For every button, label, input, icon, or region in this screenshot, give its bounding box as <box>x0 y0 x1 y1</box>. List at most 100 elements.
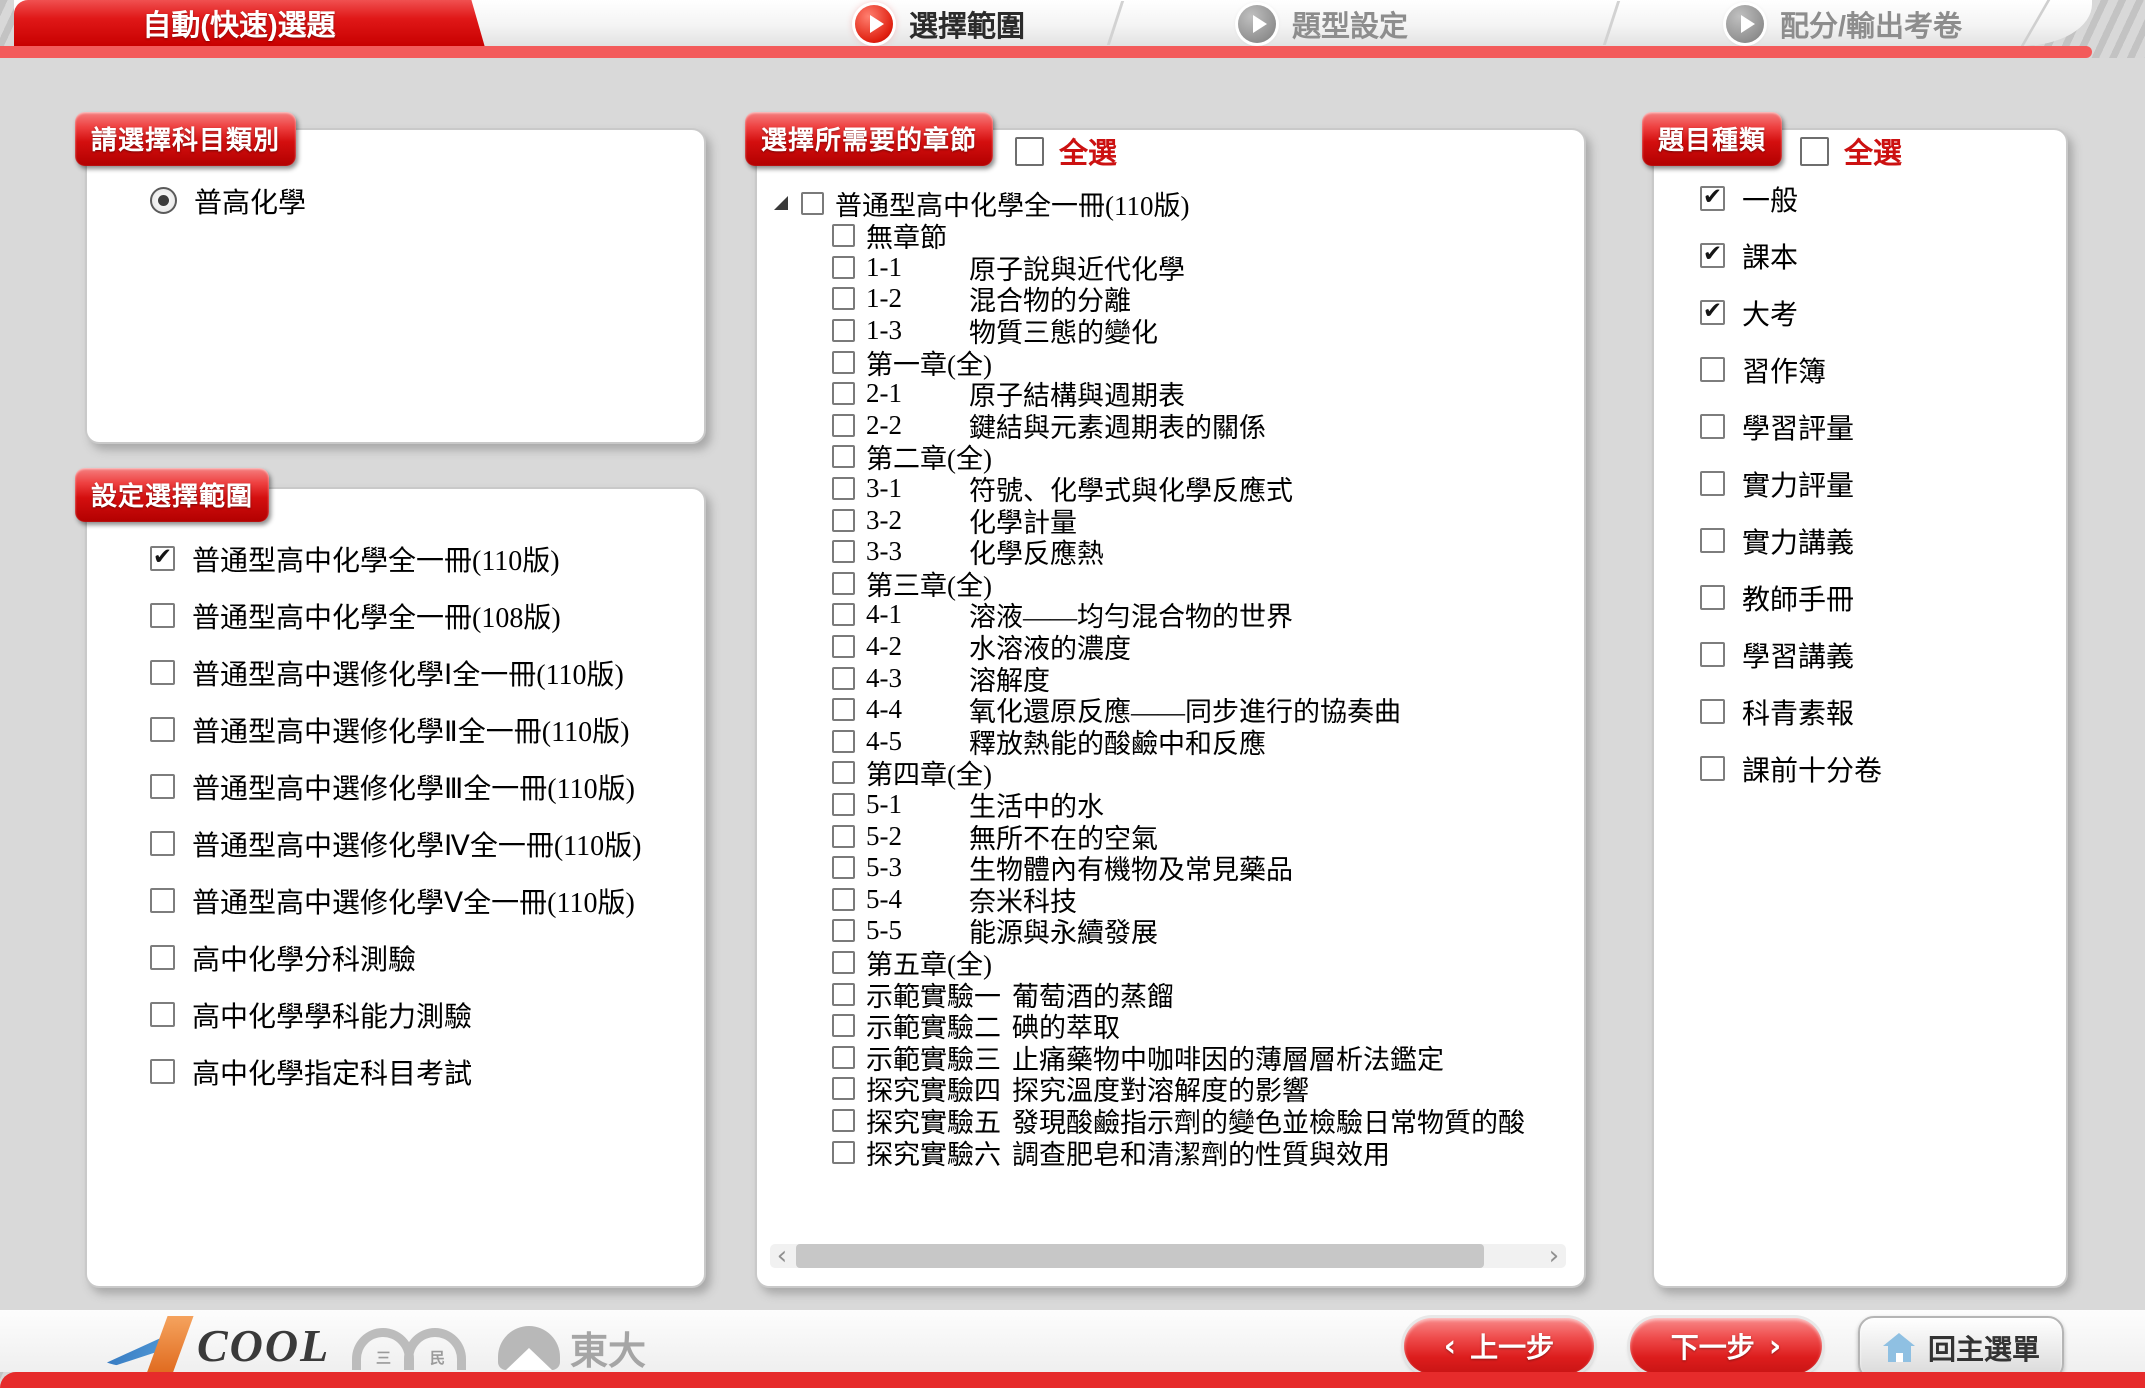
range-option-label[interactable]: 普通型高中選修化學Ⅲ全一冊(110版) <box>192 767 635 807</box>
scroll-left-icon[interactable]: ‹ <box>770 1244 794 1268</box>
chapter-code[interactable]: 4-3 <box>866 663 958 694</box>
checkbox[interactable] <box>1700 699 1725 724</box>
checkbox[interactable] <box>832 477 855 500</box>
checkbox[interactable] <box>832 1046 855 1069</box>
checkbox[interactable] <box>832 667 855 690</box>
qtype-option-label[interactable]: 一般 <box>1742 179 1798 219</box>
qtype-option-label[interactable]: 習作簿 <box>1742 350 1826 390</box>
checkbox[interactable] <box>832 698 855 721</box>
range-option-label[interactable]: 高中化學分科測驗 <box>192 938 416 978</box>
checkbox[interactable] <box>150 603 175 628</box>
checkbox[interactable] <box>1700 471 1725 496</box>
checkbox[interactable] <box>150 1002 175 1027</box>
chapter-code[interactable]: 3-2 <box>866 505 958 536</box>
checkbox[interactable] <box>150 546 175 571</box>
qtype-select-all-checkbox[interactable] <box>1800 137 1829 166</box>
chapter-title[interactable]: 物質三態的變化 <box>969 311 1158 350</box>
checkbox[interactable] <box>832 635 855 658</box>
chapter-code[interactable]: 5-2 <box>866 821 958 852</box>
chapter-code[interactable]: 4-2 <box>866 631 958 662</box>
checkbox[interactable] <box>832 856 855 879</box>
checkbox[interactable] <box>832 256 855 279</box>
qtype-option-label[interactable]: 學習評量 <box>1742 407 1854 447</box>
chapter-code[interactable]: 5-3 <box>866 852 958 883</box>
scroll-right-icon[interactable]: › <box>1542 1244 1566 1268</box>
checkbox[interactable] <box>832 414 855 437</box>
checkbox[interactable] <box>832 603 855 626</box>
checkbox[interactable] <box>1700 642 1725 667</box>
range-option-label[interactable]: 高中化學學科能力測驗 <box>192 995 472 1035</box>
checkbox[interactable] <box>150 888 175 913</box>
checkbox[interactable] <box>1700 585 1725 610</box>
chapter-select-all-label[interactable]: 全選 <box>1059 130 1117 172</box>
checkbox[interactable] <box>150 660 175 685</box>
tab-select-range[interactable]: 選擇範圍 <box>855 3 1025 45</box>
chapter-title[interactable]: 無章節 <box>866 216 947 255</box>
checkbox[interactable] <box>832 287 855 310</box>
expander-icon[interactable] <box>774 196 788 210</box>
chapter-code[interactable]: 2-1 <box>866 378 958 409</box>
tab-score-output[interactable]: 配分/輸出考卷 <box>1726 3 1962 45</box>
chapter-code[interactable]: 5-1 <box>866 789 958 820</box>
checkbox[interactable] <box>832 730 855 753</box>
checkbox[interactable] <box>832 1141 855 1164</box>
checkbox[interactable] <box>832 319 855 342</box>
scrollbar-thumb[interactable] <box>796 1244 1484 1268</box>
checkbox[interactable] <box>832 1109 855 1132</box>
qtype-option-label[interactable]: 實力評量 <box>1742 464 1854 504</box>
checkbox[interactable] <box>832 509 855 532</box>
chapter-code[interactable]: 探究實驗六 <box>866 1133 1001 1172</box>
range-option-label[interactable]: 高中化學指定科目考試 <box>192 1052 472 1092</box>
checkbox[interactable] <box>832 572 855 595</box>
chapter-code[interactable]: 1-1 <box>866 252 958 283</box>
checkbox[interactable] <box>832 382 855 405</box>
range-option-label[interactable]: 普通型高中化學全一冊(108版) <box>192 596 561 636</box>
chapter-code[interactable]: 5-5 <box>866 915 958 946</box>
chapter-code[interactable]: 3-3 <box>866 536 958 567</box>
chapter-code[interactable]: 1-2 <box>866 283 958 314</box>
tab-question-type-setting[interactable]: 題型設定 <box>1238 3 1408 45</box>
checkbox[interactable] <box>1700 528 1725 553</box>
checkbox[interactable] <box>832 224 855 247</box>
qtype-option-label[interactable]: 教師手冊 <box>1742 578 1854 618</box>
chapter-code[interactable]: 4-5 <box>866 726 958 757</box>
range-option-label[interactable]: 普通型高中選修化學Ⅰ全一冊(110版) <box>192 653 624 693</box>
chapter-title[interactable]: 能源與永續發展 <box>969 911 1158 950</box>
chapter-title[interactable]: 調查肥皂和清潔劑的性質與效用 <box>1012 1133 1390 1172</box>
qtype-option-label[interactable]: 課前十分卷 <box>1742 749 1882 789</box>
checkbox[interactable] <box>150 831 175 856</box>
chapter-code[interactable]: 4-4 <box>866 694 958 725</box>
qtype-option-label[interactable]: 課本 <box>1742 236 1798 276</box>
qtype-option-label[interactable]: 實力講義 <box>1742 521 1854 561</box>
checkbox[interactable] <box>150 774 175 799</box>
checkbox[interactable] <box>832 351 855 374</box>
qtype-option-label[interactable]: 大考 <box>1742 293 1798 333</box>
checkbox[interactable] <box>150 1059 175 1084</box>
checkbox[interactable] <box>1700 300 1725 325</box>
next-step-button[interactable]: 下一步 › <box>1630 1318 1822 1374</box>
range-option-label[interactable]: 普通型高中選修化學Ⅳ全一冊(110版) <box>192 824 641 864</box>
checkbox[interactable] <box>1700 243 1725 268</box>
chapter-code[interactable]: 3-1 <box>866 473 958 504</box>
chapter-code[interactable]: 1-3 <box>866 315 958 346</box>
checkbox[interactable] <box>832 761 855 784</box>
checkbox[interactable] <box>832 445 855 468</box>
chapter-select-all-checkbox[interactable] <box>1015 137 1044 166</box>
checkbox[interactable] <box>832 951 855 974</box>
back-to-main-menu-button[interactable]: 回主選單 <box>1858 1316 2064 1380</box>
range-option-label[interactable]: 普通型高中選修化學Ⅴ全一冊(110版) <box>192 881 635 921</box>
checkbox[interactable] <box>832 919 855 942</box>
qtype-option-label[interactable]: 科青素報 <box>1742 692 1854 732</box>
radio-button[interactable] <box>150 187 177 214</box>
chapter-horizontal-scrollbar[interactable]: ‹ › <box>770 1244 1566 1268</box>
chapter-code[interactable]: 2-2 <box>866 410 958 441</box>
checkbox[interactable] <box>832 888 855 911</box>
checkbox[interactable] <box>1700 756 1725 781</box>
checkbox[interactable] <box>150 945 175 970</box>
checkbox[interactable] <box>150 717 175 742</box>
checkbox[interactable] <box>832 1014 855 1037</box>
checkbox[interactable] <box>1700 414 1725 439</box>
chapter-code[interactable]: 5-4 <box>866 884 958 915</box>
checkbox[interactable] <box>832 793 855 816</box>
tab-auto-quick-select[interactable]: 自動(快速)選題 <box>14 0 464 46</box>
